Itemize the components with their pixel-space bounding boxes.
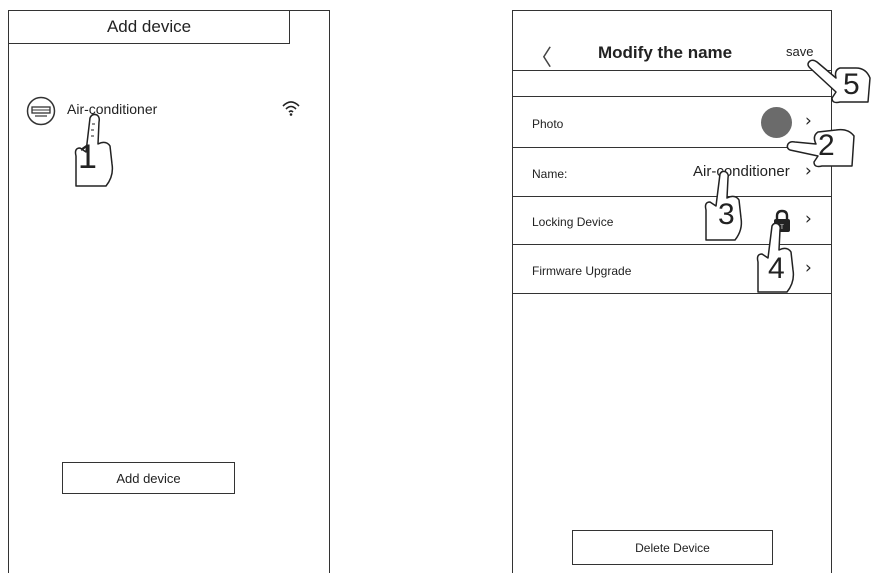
ac-unit-icon [26, 96, 56, 126]
pointing-hand-icon [807, 59, 871, 104]
step-number-5: 5 [843, 68, 860, 101]
step-number-2: 2 [818, 129, 835, 162]
delete-device-button[interactable]: Delete Device [572, 530, 773, 565]
chevron-right-icon: › [805, 258, 812, 278]
left-page-title: Add device [8, 10, 290, 44]
row-label: Locking Device [532, 215, 614, 229]
add-device-button-label: Add device [116, 470, 181, 486]
row-label: Photo [532, 117, 564, 131]
settings-row-photo[interactable]: Photo › [512, 97, 832, 147]
chevron-right-icon: › [805, 209, 812, 229]
row-label: Firmware Upgrade [532, 264, 632, 278]
chevron-left-icon[interactable]: 〈 [530, 40, 552, 72]
page-title: Modify the name [598, 43, 733, 62]
step-number-4: 4 [768, 252, 785, 285]
device-list-item[interactable]: Air-conditioner [26, 96, 306, 126]
wifi-icon [281, 99, 301, 117]
step-number-1: 1 [78, 138, 97, 176]
step-number-3: 3 [718, 198, 735, 231]
delete-device-button-label: Delete Device [635, 540, 710, 555]
divider [512, 70, 832, 71]
left-page-title-text: Add device [106, 17, 192, 36]
row-label: Name: [532, 167, 568, 181]
add-device-button[interactable]: Add device [62, 462, 235, 494]
settings-row-name[interactable]: Name: Air-conditioner › [512, 148, 832, 196]
